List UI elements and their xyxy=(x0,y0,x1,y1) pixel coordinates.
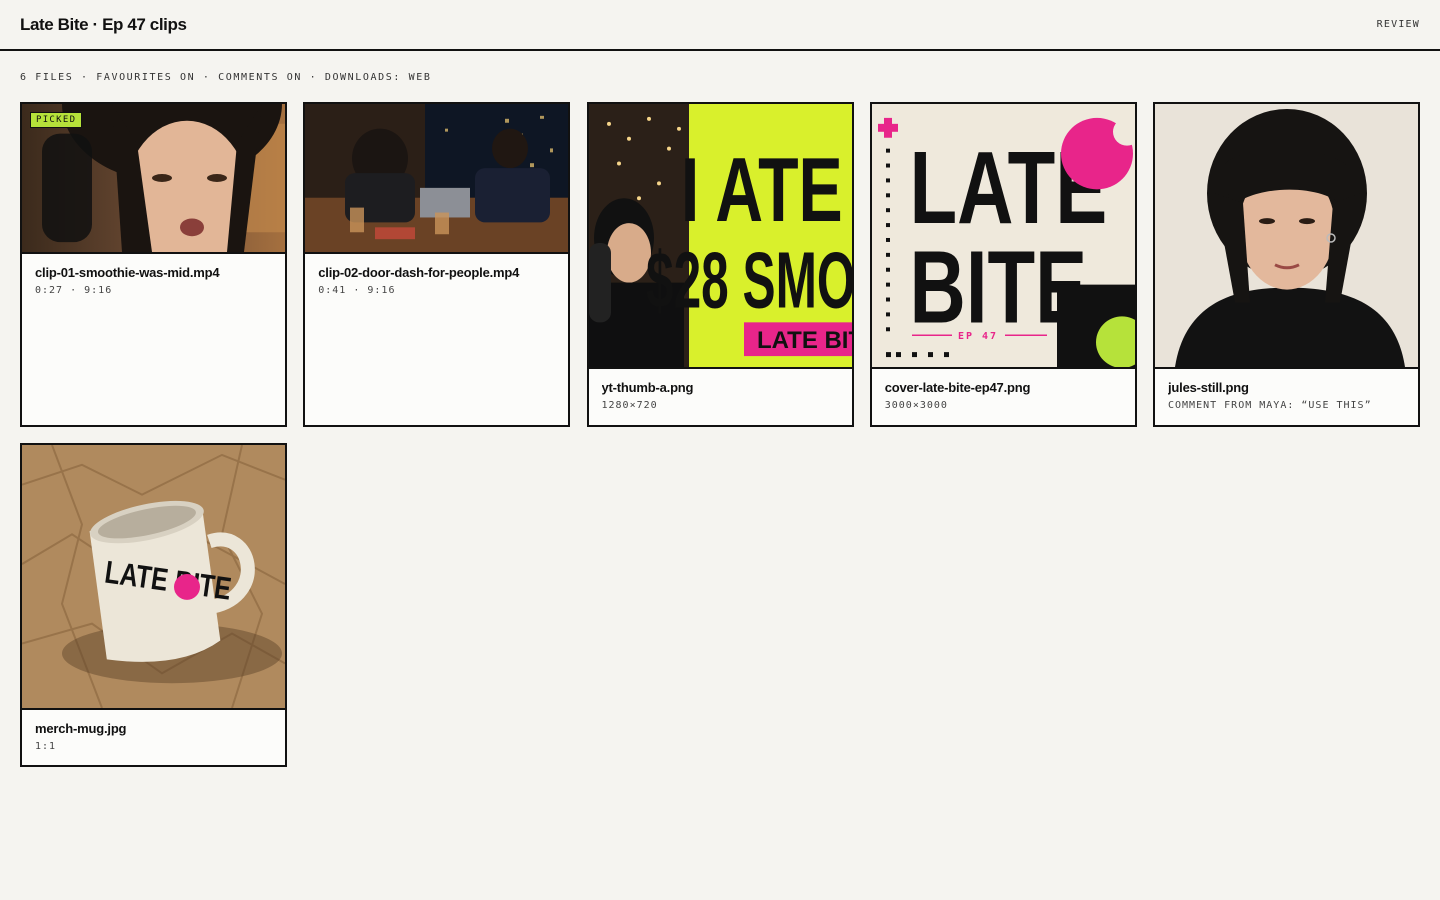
file-card[interactable]: PICKED clip-01-smoothie-was-mid.mp4 0:27… xyxy=(20,102,287,427)
thumb-text: $28 SMOO xyxy=(646,237,852,326)
podcast-studio-image xyxy=(305,104,569,254)
file-meta: COMMENT FROM MAYA: “USE THIS” xyxy=(1168,400,1372,411)
file-meta: 0:41 · 9:16 xyxy=(318,285,396,296)
person-closeup-headphones-image: PICKED xyxy=(22,104,285,254)
picked-badge: PICKED xyxy=(30,112,83,128)
thumb-text: EP 47 xyxy=(958,331,998,342)
file-name: clip-02-door-dash-for-people.mp4 xyxy=(318,265,520,280)
review-button[interactable]: REVIEW xyxy=(1377,19,1420,30)
file-card[interactable]: LATE BITE EP 47 cover-late-bite-ep47.png… xyxy=(869,102,1137,427)
file-name: cover-late-bite-ep47.png xyxy=(884,380,1031,395)
file-meta: 3000×3000 xyxy=(884,400,948,411)
portrait-photo-image xyxy=(1155,104,1418,369)
thumb-text: I ATE xyxy=(680,139,842,241)
file-summary: 6 FILES · FAVOURITES ON · COMMENTS ON · … xyxy=(20,72,432,83)
file-name: clip-01-smoothie-was-mid.mp4 xyxy=(35,265,220,280)
file-name: jules-still.png xyxy=(1168,380,1249,395)
file-meta: 1:1 xyxy=(35,741,57,752)
file-name: merch-mug.jpg xyxy=(35,721,127,736)
file-meta: 0:27 · 9:16 xyxy=(35,285,113,296)
file-card[interactable]: I ATE $28 SMOO LATE BITE yt-thumb-a.png … xyxy=(586,102,854,427)
youtube-thumbnail-image: I ATE $28 SMOO LATE BITE xyxy=(588,104,852,369)
file-grid: PICKED clip-01-smoothie-was-mid.mp4 0:27… xyxy=(20,102,1420,767)
podcast-cover-image: LATE BITE EP 47 xyxy=(871,104,1135,369)
file-meta: 1280×720 xyxy=(601,400,658,411)
file-card[interactable]: clip-02-door-dash-for-people.mp4 0:41 · … xyxy=(303,102,571,427)
file-card[interactable]: LATE BITE merch-mug.jpg 1:1 xyxy=(20,443,287,767)
mug-photo-image: LATE BITE xyxy=(22,445,285,710)
file-card[interactable]: jules-still.png COMMENT FROM MAYA: “USE … xyxy=(1153,102,1420,427)
thumb-text: LATE BITE xyxy=(757,327,852,354)
page-title: Late Bite · Ep 47 clips xyxy=(20,14,187,34)
top-bar: Late Bite · Ep 47 clips REVIEW xyxy=(0,0,1440,51)
file-name: yt-thumb-a.png xyxy=(601,380,694,395)
